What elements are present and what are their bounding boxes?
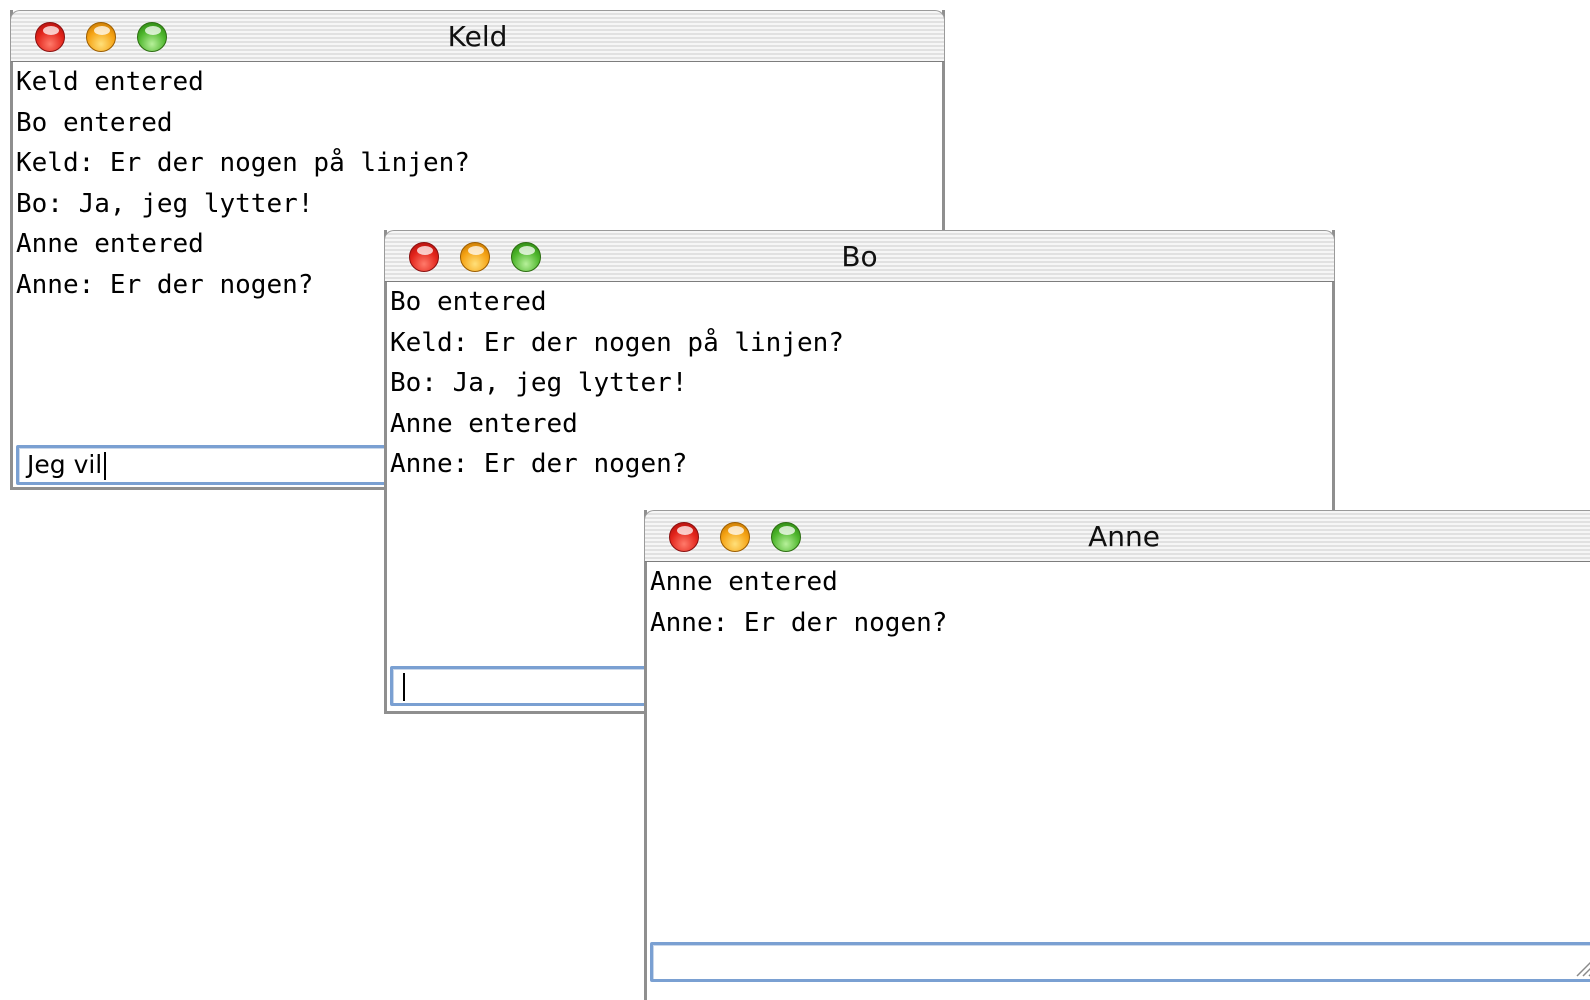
chat-message: Anne: Er der nogen? <box>650 607 948 638</box>
chat-message: Anne entered <box>390 408 578 439</box>
chat-message: Anne entered <box>650 567 838 597</box>
text-caret <box>403 673 405 701</box>
text-caret <box>104 452 107 480</box>
chat-window-anne: Anne Anne entered Anne: Er der nogen? <box>644 510 1590 1000</box>
desktop: Keld Keld entered Bo entered Keld: Er de… <box>0 0 1590 1000</box>
chat-transcript: Anne entered Anne: Er der nogen? <box>650 562 1590 643</box>
resize-grip-icon[interactable] <box>1572 955 1590 977</box>
window-title: Bo <box>841 240 878 273</box>
window-titlebar[interactable]: Anne <box>644 510 1590 562</box>
chat-message: Keld entered <box>16 67 204 97</box>
window-title: Anne <box>1088 520 1160 553</box>
chat-message: Keld: Er der nogen på linjen? <box>16 148 470 178</box>
chat-message: Anne: Er der nogen? <box>390 449 688 479</box>
chat-message: Bo entered <box>390 287 547 317</box>
chat-message: Bo: Ja, jeg lytter! <box>16 188 314 219</box>
chat-message: Keld: Er der nogen på linjen? <box>390 327 844 358</box>
chat-message: Bo: Ja, jeg lytter! <box>390 368 688 398</box>
chat-transcript: Bo entered Keld: Er der nogen på linjen?… <box>390 282 1332 485</box>
message-input-text <box>401 669 405 703</box>
chat-message: Bo entered <box>16 107 173 138</box>
window-title: Keld <box>447 20 508 53</box>
message-input[interactable] <box>650 942 1590 982</box>
window-titlebar[interactable]: Bo <box>384 230 1335 282</box>
window-titlebar[interactable]: Keld <box>10 10 945 62</box>
message-input-text: Jeg vil <box>27 448 107 482</box>
